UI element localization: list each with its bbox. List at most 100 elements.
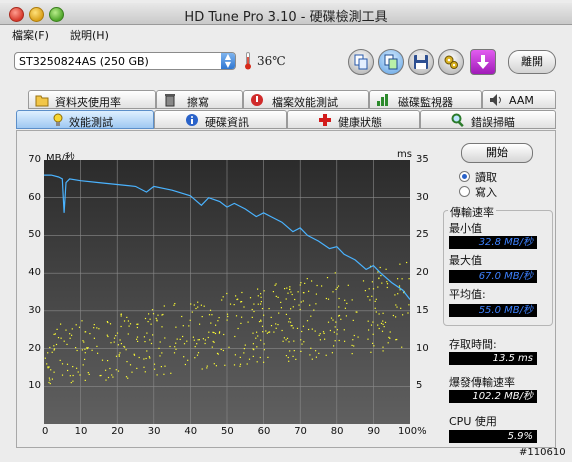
access-time-point: [115, 335, 117, 337]
access-time-point: [249, 297, 252, 299]
access-time-point: [253, 310, 255, 313]
access-time-point: [136, 338, 138, 340]
access-time-point: [256, 361, 258, 363]
copy-text-button[interactable]: [348, 49, 374, 75]
access-time-point: [374, 300, 376, 302]
tab-drive-info[interactable]: 硬碟資訊: [154, 110, 287, 129]
access-time-point: [169, 345, 171, 348]
access-time-point: [233, 364, 236, 366]
access-time-point: [382, 320, 384, 322]
tab-label: AAM: [509, 94, 534, 107]
tab-file-benchmark[interactable]: 檔案效能測試: [243, 90, 369, 109]
access-time-point: [302, 300, 304, 302]
access-time-point: [174, 346, 176, 348]
access-time-point: [61, 363, 64, 365]
x-tick-label: 50: [221, 426, 234, 437]
access-time-point: [217, 320, 219, 322]
save-button[interactable]: [408, 49, 434, 75]
access-time-point: [129, 364, 132, 366]
access-time-point: [161, 352, 163, 354]
access-time-point: [272, 291, 274, 293]
access-time-point: [234, 335, 236, 338]
access-time-point: [61, 374, 64, 376]
access-time-point: [263, 361, 265, 363]
access-time-point: [196, 343, 198, 345]
access-time-point: [144, 341, 146, 343]
access-time-point: [329, 329, 331, 332]
access-time-point: [246, 363, 248, 365]
access-time-point: [187, 359, 189, 361]
image-id-label: #110610: [519, 447, 566, 458]
access-time-point: [107, 360, 109, 362]
access-time-point: [288, 321, 290, 323]
access-time-point: [193, 339, 195, 341]
access-time-point: [394, 294, 396, 296]
tab-health[interactable]: 健康狀態: [287, 110, 420, 129]
access-time-point: [408, 304, 410, 306]
access-time-point: [288, 341, 290, 343]
drive-select[interactable]: ST3250824AS (250 GB) ▲ ▼: [14, 52, 236, 70]
access-time-point: [133, 353, 135, 355]
access-time-point: [306, 278, 308, 280]
access-time-point: [111, 374, 113, 376]
access-time-point: [369, 299, 371, 301]
app-window: HD Tune Pro 3.10 - 硬碟檢測工具 檔案(F) 說明(H) ST…: [0, 0, 572, 462]
access-time-point: [327, 321, 330, 323]
access-time-point: [378, 277, 380, 279]
access-time-point: [235, 295, 237, 297]
access-time-point: [206, 365, 208, 367]
access-time-point: [146, 350, 148, 352]
access-time-point: [260, 293, 262, 295]
menu-help[interactable]: 說明(H): [70, 27, 109, 43]
access-time-point: [158, 347, 160, 349]
access-time-point: [338, 297, 340, 300]
access-time-point: [117, 344, 119, 346]
access-time-point: [290, 321, 292, 323]
access-time-point: [306, 320, 309, 322]
access-time-point: [290, 325, 292, 327]
access-time-point: [406, 261, 408, 264]
copy-screenshot-button[interactable]: [378, 49, 404, 75]
access-time-point: [389, 331, 391, 333]
speaker-icon: [490, 94, 501, 106]
options-button[interactable]: [438, 49, 464, 75]
access-time-point: [299, 284, 301, 286]
access-time-point: [260, 303, 262, 305]
read-radio[interactable]: [459, 171, 470, 182]
access-time-point: [364, 290, 366, 292]
download-arrow-icon: [477, 55, 489, 69]
access-time-point: [268, 308, 270, 310]
access-time-point: [49, 383, 51, 385]
access-time-point: [129, 323, 132, 325]
access-time-point: [160, 366, 162, 368]
x-tick-label: 80: [330, 426, 344, 437]
menu-file[interactable]: 檔案(F): [12, 27, 49, 43]
access-time-point: [209, 309, 212, 311]
access-time-point: [375, 311, 377, 313]
tab-error-scan[interactable]: 錯誤掃瞄: [420, 110, 556, 129]
exit-button[interactable]: 離開: [508, 50, 556, 74]
access-time-point: [371, 295, 373, 297]
tab-benchmark[interactable]: 效能測試: [16, 110, 154, 129]
access-time-point: [131, 371, 133, 373]
tab-folder-usage[interactable]: 資料夾使用率: [28, 90, 156, 109]
tab-label: 擦寫: [187, 96, 209, 109]
access-time-point: [273, 331, 275, 333]
access-time-point: [82, 340, 84, 342]
tab-label: 磁碟監視器: [398, 96, 453, 109]
write-radio[interactable]: [459, 186, 470, 197]
tab-erase[interactable]: 擦寫: [156, 90, 243, 109]
access-time-point: [362, 280, 365, 282]
access-time-point: [338, 314, 341, 317]
access-time-point: [106, 334, 108, 336]
tab-disk-monitor[interactable]: 磁碟監視器: [369, 90, 482, 109]
access-time-point: [119, 352, 121, 354]
access-time-point: [335, 288, 337, 290]
access-time-point: [144, 317, 147, 320]
access-time-point: [113, 337, 116, 339]
tab-aam[interactable]: AAM: [482, 90, 556, 109]
access-time-point: [377, 324, 379, 326]
start-button[interactable]: 開始: [461, 143, 533, 163]
x-tick-label: 40: [184, 426, 198, 437]
download-button[interactable]: [470, 49, 496, 75]
